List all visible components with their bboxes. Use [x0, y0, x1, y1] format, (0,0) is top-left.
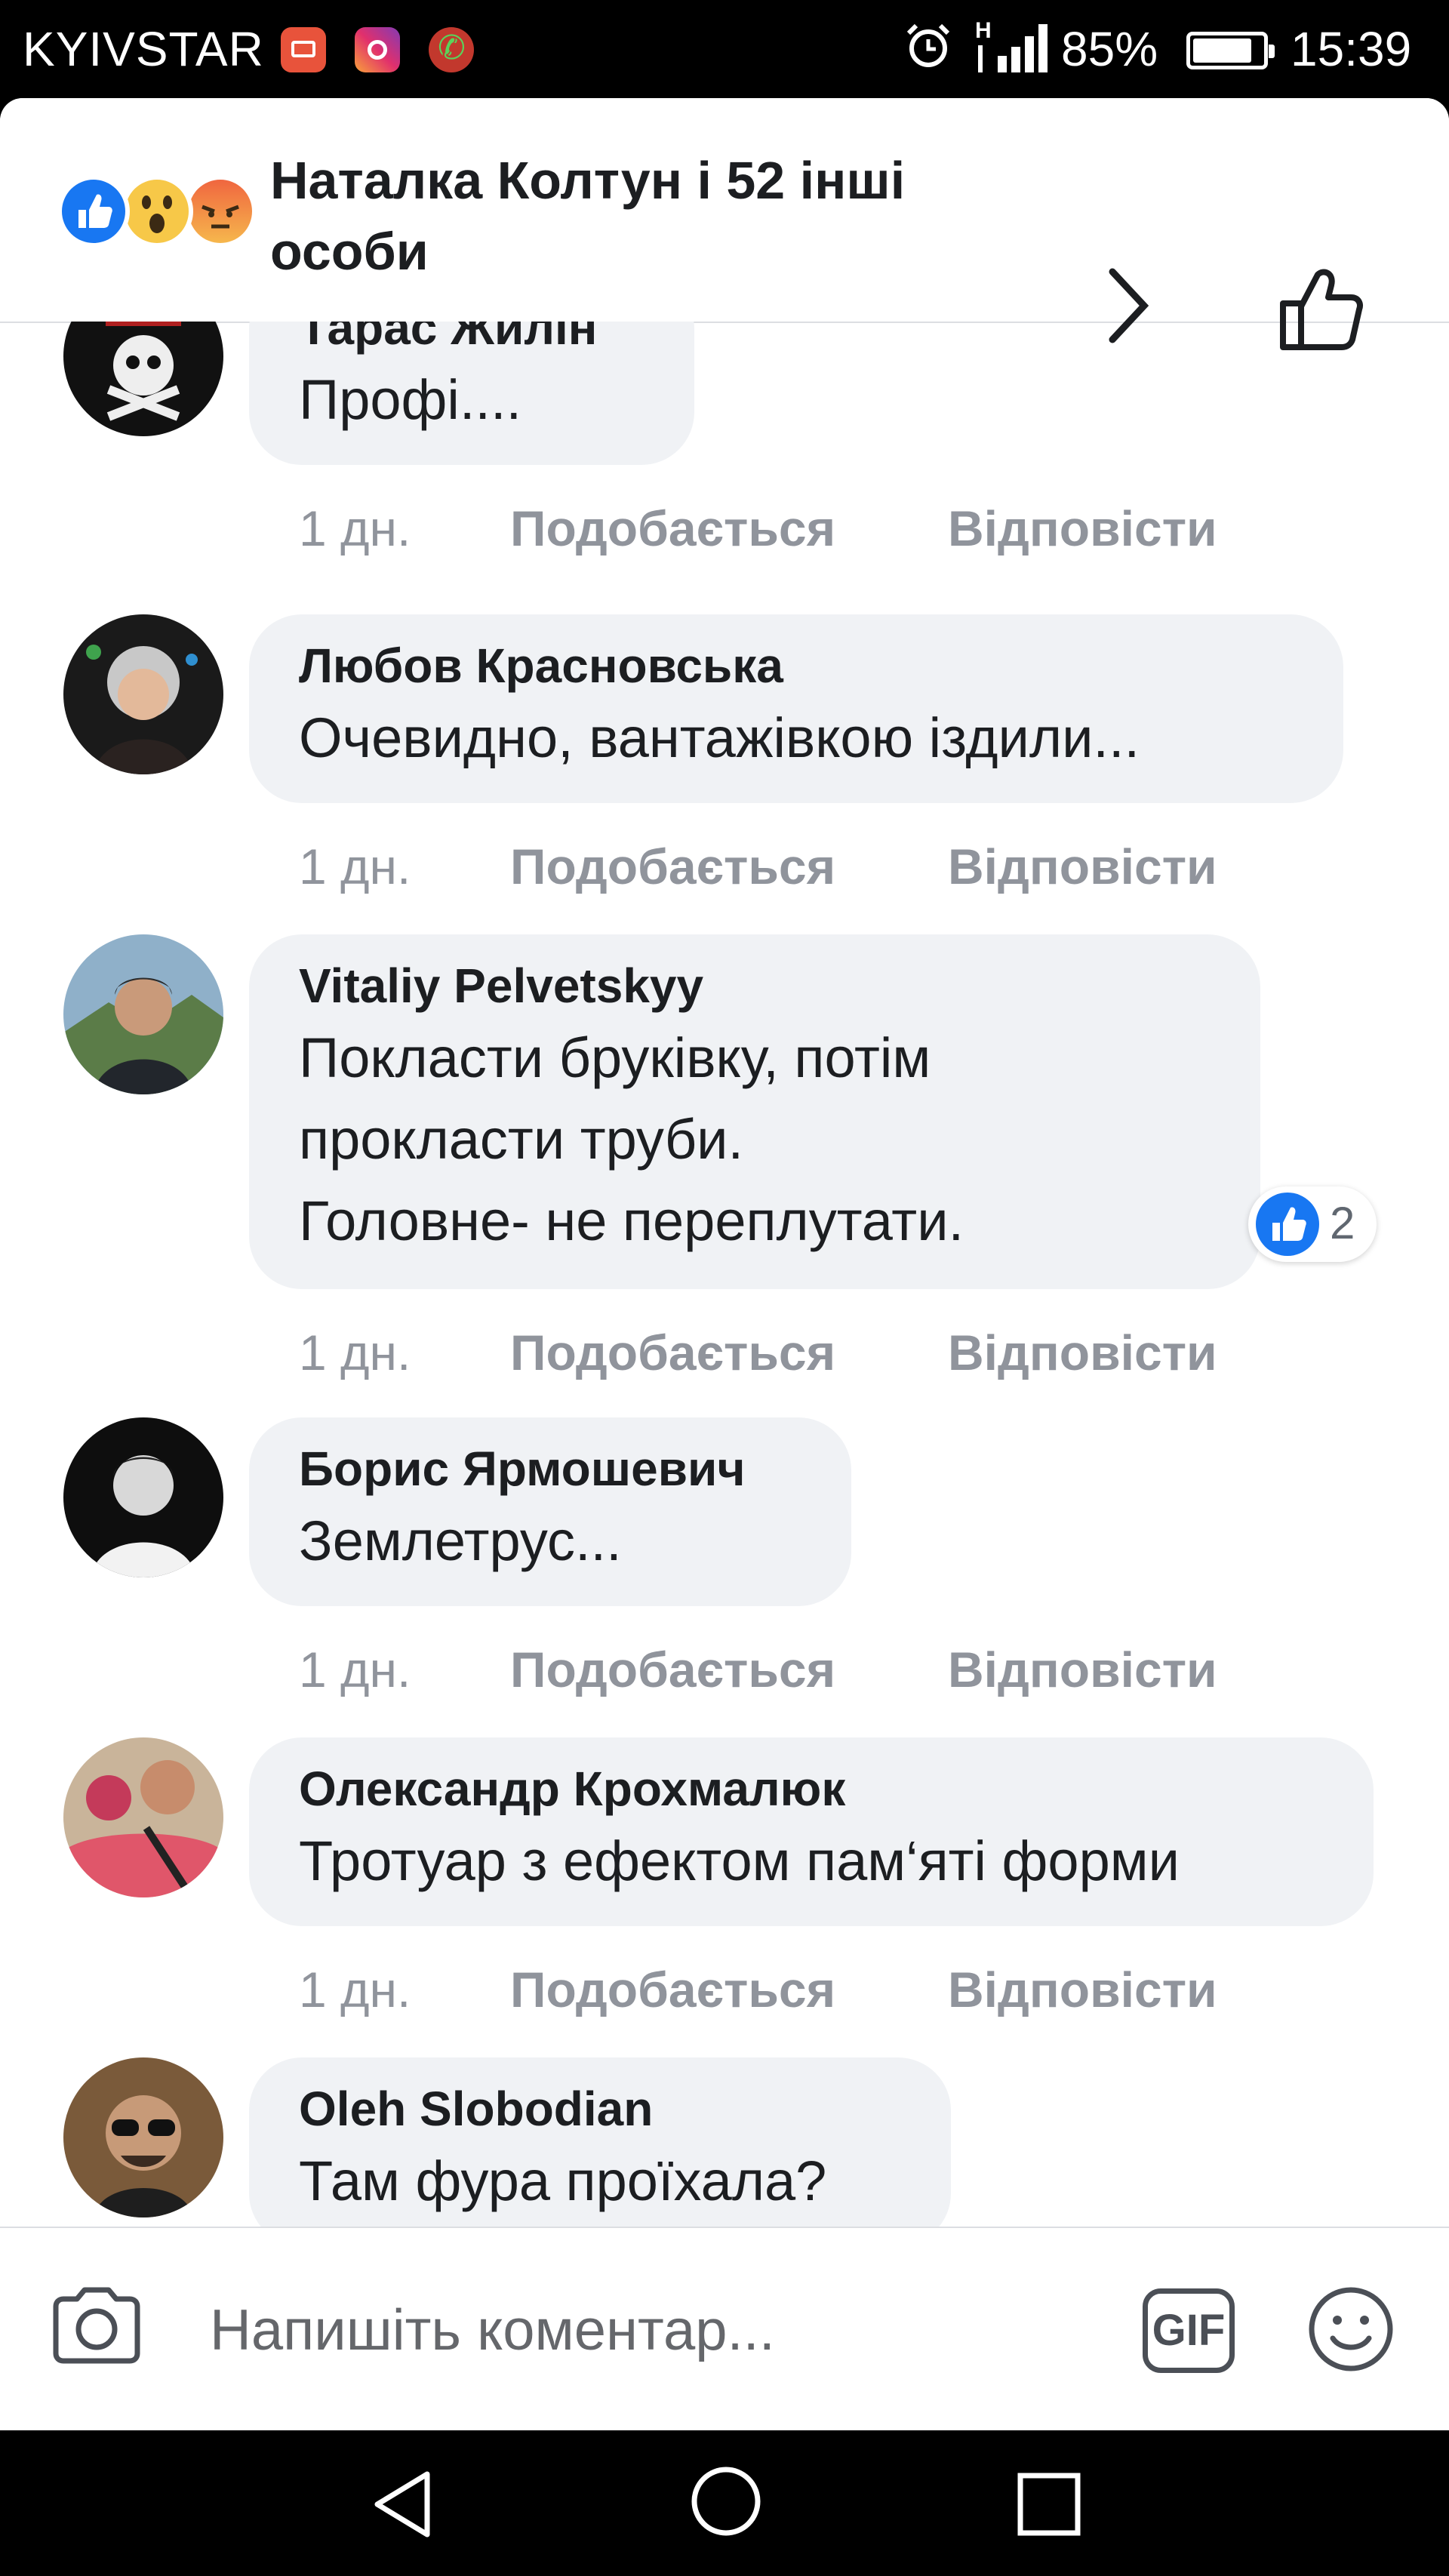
comments-sheet: Наталка Колтун і 52 інші особи Тарас Жил… [0, 98, 1449, 2430]
like-comment-button[interactable]: Подобається [510, 838, 835, 895]
comment-item: Тарас Жилін Профі.... 1 дн. Подобається … [0, 322, 1449, 556]
status-time: 15:39 [1291, 22, 1412, 76]
camera-icon[interactable] [50, 2284, 143, 2365]
comment-item: Олександр Крохмалюк Тротуар з ефектом па… [0, 1737, 1449, 2017]
comment-text-line: прокласти труби. [299, 1108, 744, 1171]
comment-bubble[interactable]: Vitaliy Pelvetskyy Покласти бруківку, по… [249, 934, 1260, 1289]
back-icon[interactable] [367, 2467, 442, 2542]
battery-icon [1186, 32, 1275, 69]
svg-text:H: H [975, 18, 992, 43]
comment-time[interactable]: 1 дн. [299, 1961, 411, 2018]
comment-bubble[interactable]: Любов Красновська Очевидно, вантажівкою … [249, 614, 1343, 803]
comment-text: Очевидно, вантажівкою іздили... [299, 706, 1140, 769]
comment-item: Vitaliy Pelvetskyy Покласти бруківку, по… [0, 934, 1449, 1380]
comment-text: Там фура проїхала? [299, 2150, 827, 2212]
comment-bubble[interactable]: Олександр Крохмалюк Тротуар з ефектом па… [249, 1737, 1374, 1926]
comment-list[interactable]: Тарас Жилін Профі.... 1 дн. Подобається … [0, 322, 1449, 2325]
avatar[interactable] [63, 322, 223, 436]
reply-comment-button[interactable]: Відповісти [948, 1324, 1217, 1381]
comment-item: Любов Красновська Очевидно, вантажівкою … [0, 614, 1449, 894]
comment-text: Тротуар з ефектом пам‘яті форми [299, 1830, 1180, 1892]
comment-bubble[interactable]: Тарас Жилін Профі.... [249, 322, 694, 465]
mail-app-icon [281, 27, 326, 72]
avatar[interactable] [63, 1417, 223, 1577]
alarm-icon [906, 23, 950, 67]
comment-time[interactable]: 1 дн. [299, 1641, 411, 1698]
wow-reaction-icon [121, 175, 193, 248]
comment-reaction-count[interactable]: 2 [1248, 1186, 1377, 1262]
comment-author[interactable]: Oleh Slobodian [299, 2077, 901, 2141]
reply-comment-button[interactable]: Відповісти [948, 500, 1217, 557]
system-nav-bar [0, 2430, 1449, 2576]
comment-item: Борис Ярмошевич Землетрус... 1 дн. Подоб… [0, 1417, 1449, 1697]
avatar[interactable] [63, 614, 223, 774]
reply-comment-button[interactable]: Відповісти [948, 838, 1217, 895]
avatar[interactable] [63, 2057, 223, 2217]
home-icon[interactable] [688, 2464, 764, 2539]
comment-text: Землетрус... [299, 1510, 622, 1572]
instagram-icon [355, 27, 400, 72]
reaction-summary[interactable] [57, 175, 261, 248]
comment-author[interactable]: Борис Ярмошевич [299, 1437, 801, 1500]
comment-time[interactable]: 1 дн. [299, 500, 411, 557]
comment-text-line: Головне- не переплутати. [299, 1190, 964, 1252]
like-comment-button[interactable]: Подобається [510, 1961, 835, 2018]
angry-reaction-icon [184, 175, 257, 248]
comment-bubble[interactable]: Oleh Slobodian Там фура проїхала? [249, 2057, 951, 2246]
like-reaction-icon [1256, 1193, 1319, 1256]
reaction-count: 2 [1330, 1198, 1355, 1248]
comment-author[interactable]: Тарас Жилін [299, 322, 645, 359]
reply-comment-button[interactable]: Відповісти [948, 1641, 1217, 1698]
like-comment-button[interactable]: Подобається [510, 1324, 835, 1381]
gif-icon[interactable]: GIF [1143, 2288, 1235, 2373]
avatar[interactable] [63, 1737, 223, 1897]
comment-bubble[interactable]: Борис Ярмошевич Землетрус... [249, 1417, 851, 1606]
status-bar: KYIVSTAR H 85% 15:39 [0, 0, 1449, 98]
reply-comment-button[interactable]: Відповісти [948, 1961, 1217, 2018]
signal-icon: H [975, 18, 1048, 72]
reactions-header[interactable]: Наталка Колтун і 52 інші особи [0, 98, 1449, 350]
recents-icon[interactable] [1014, 2470, 1084, 2539]
carrier-name: KYIVSTAR [23, 22, 264, 76]
like-comment-button[interactable]: Подобається [510, 500, 835, 557]
comment-composer: Напишіть коментар... GIF [0, 2227, 1449, 2432]
comment-time[interactable]: 1 дн. [299, 1324, 411, 1381]
like-reaction-icon [57, 175, 130, 248]
phone-app-icon [429, 27, 474, 72]
avatar[interactable] [63, 934, 223, 1094]
reactors-title[interactable]: Наталка Колтун і 52 інші особи [270, 145, 1025, 287]
emoji-icon[interactable] [1306, 2284, 1396, 2374]
comment-time[interactable]: 1 дн. [299, 838, 411, 895]
comment-text: Профі.... [299, 368, 522, 431]
battery-percent: 85% [1061, 22, 1158, 76]
comment-input[interactable]: Напишіть коментар... [210, 2297, 775, 2363]
comment-text-line: Покласти бруківку, потім [299, 1026, 931, 1089]
comment-author[interactable]: Vitaliy Pelvetskyy [299, 954, 1211, 1017]
comment-author[interactable]: Любов Красновська [299, 634, 1294, 697]
like-comment-button[interactable]: Подобається [510, 1641, 835, 1698]
comment-author[interactable]: Олександр Крохмалюк [299, 1757, 1324, 1820]
